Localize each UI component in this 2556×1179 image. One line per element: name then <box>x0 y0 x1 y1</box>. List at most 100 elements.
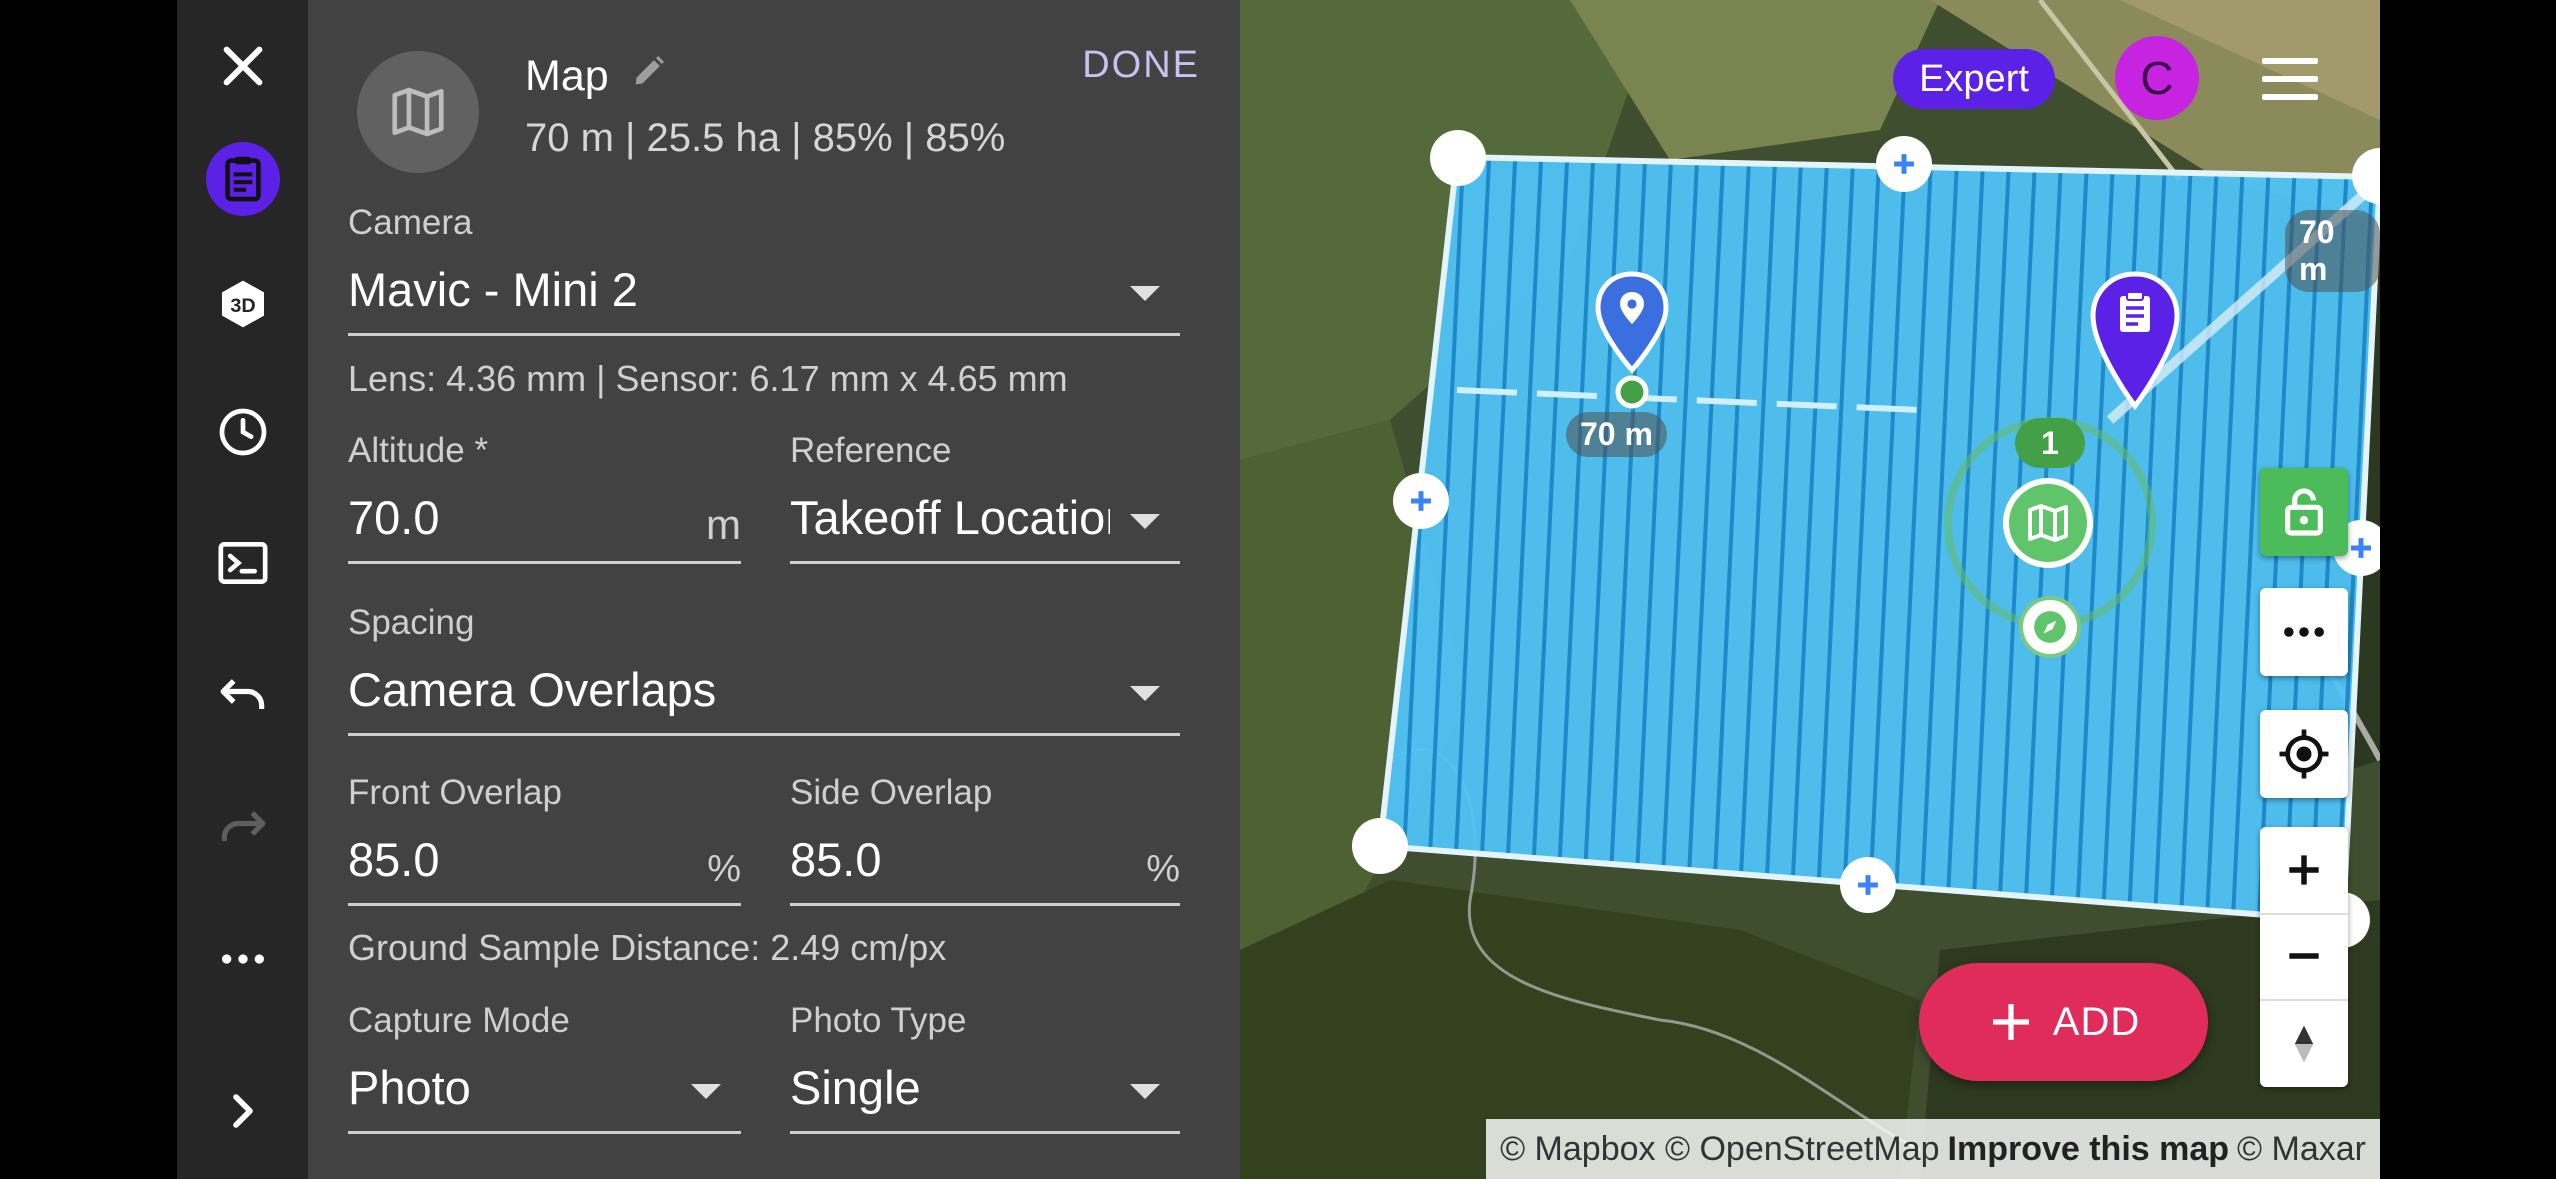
photo-type-label: Photo Type <box>790 1001 967 1040</box>
capture-mode-value: Photo <box>348 1061 471 1114</box>
clock-icon <box>219 408 266 456</box>
osm-attribution[interactable]: © OpenStreetMap <box>1665 1130 1940 1169</box>
north-arrow-icon <box>2294 1025 2314 1063</box>
chevron-right-icon <box>232 1094 253 1128</box>
plus-icon <box>2351 538 2371 558</box>
dropdown-arrow-icon <box>1130 286 1160 301</box>
mission-type-badge <box>357 51 479 173</box>
3d-icon: 3D <box>221 280 264 328</box>
front-overlap-label: Front Overlap <box>348 773 562 812</box>
camera-select[interactable]: Mavic - Mini 2 <box>348 256 1180 336</box>
map-icon <box>392 87 444 137</box>
add-vertex-handle[interactable] <box>1876 136 1932 192</box>
plus-icon <box>1894 154 1914 174</box>
altitude-input[interactable]: 70.0 m <box>348 484 741 564</box>
dropdown-arrow-icon <box>1130 514 1160 529</box>
satellite-map <box>1240 0 2380 1179</box>
takeoff-location-pin-icon[interactable] <box>1592 270 1672 410</box>
maxar-attribution[interactable]: © Maxar <box>2237 1130 2366 1169</box>
done-button[interactable]: DONE <box>1082 44 1200 87</box>
add-vertex-handle[interactable] <box>1393 473 1449 529</box>
svg-text:3D: 3D <box>230 295 255 317</box>
capture-mode-label: Capture Mode <box>348 1001 570 1040</box>
mission-summary: 70 m | 25.5 ha | 85% | 85% <box>525 116 1006 160</box>
survey-center-handle[interactable] <box>2003 478 2093 568</box>
add-button[interactable]: ADD <box>1919 963 2208 1081</box>
map-more-button[interactable] <box>2260 588 2348 676</box>
gsd-info: Ground Sample Distance: 2.49 cm/px <box>348 927 947 968</box>
unlock-icon <box>2285 488 2323 536</box>
close-icon <box>223 46 262 86</box>
zoom-in-button[interactable] <box>2260 827 2348 913</box>
map-attribution: © Mapbox © OpenStreetMap Improve this ma… <box>1486 1119 2380 1179</box>
altitude-map-label: 70 m <box>1566 412 1667 457</box>
rotate-handle[interactable] <box>2019 596 2081 658</box>
add-button-label: ADD <box>2052 999 2141 1044</box>
undo-button[interactable] <box>177 640 308 750</box>
edit-pencil-icon[interactable] <box>629 51 669 91</box>
dropdown-arrow-icon <box>1130 686 1160 701</box>
compass-icon <box>2034 611 2066 643</box>
more-button[interactable] <box>177 904 308 1014</box>
zoom-out-button[interactable] <box>2260 913 2348 999</box>
front-overlap-unit: % <box>707 848 741 890</box>
close-button[interactable] <box>177 11 308 121</box>
mapbox-attribution[interactable]: © Mapbox <box>1500 1130 1655 1169</box>
mission-settings-panel: Map 70 m | 25.5 ha | 85% | 85% DONE Came… <box>308 0 1240 1179</box>
reference-label: Reference <box>790 431 952 470</box>
mission-tab-button[interactable] <box>177 124 308 234</box>
compass-reset-button[interactable] <box>2260 1001 2348 1087</box>
expand-panel-button[interactable] <box>177 1056 308 1166</box>
redo-icon <box>221 811 265 841</box>
altitude-map-label: 70 m <box>2285 210 2380 292</box>
front-overlap-input[interactable]: 85.0 % <box>348 826 741 906</box>
spacing-value: Camera Overlaps <box>348 663 717 716</box>
lock-button[interactable] <box>2260 468 2348 556</box>
minus-icon <box>2289 953 2319 959</box>
reference-select[interactable]: Takeoff Location <box>790 484 1180 564</box>
side-overlap-input[interactable]: 85.0 % <box>790 826 1180 906</box>
improve-map-link[interactable]: Improve this map <box>1948 1130 2230 1169</box>
mission-marker-pin-icon[interactable] <box>2087 270 2183 420</box>
plus-icon <box>1411 491 1431 511</box>
altitude-value: 70.0 <box>348 491 440 544</box>
zoom-controls <box>2260 827 2348 1087</box>
redo-button[interactable] <box>177 772 308 882</box>
expert-mode-badge[interactable]: Expert <box>1893 49 2055 109</box>
front-overlap-value: 85.0 <box>348 833 440 886</box>
map-icon <box>2028 504 2068 542</box>
plus-icon <box>1992 1004 2029 1040</box>
undo-icon <box>220 679 264 709</box>
3d-view-button[interactable]: 3D <box>177 249 308 359</box>
hamburger-menu-button[interactable] <box>2248 44 2332 114</box>
camera-value: Mavic - Mini 2 <box>348 263 638 316</box>
waypoint-number-badge: 1 <box>2015 418 2085 468</box>
capture-mode-select[interactable]: Photo <box>348 1054 741 1134</box>
reference-value: Takeoff Location <box>790 491 1110 544</box>
clipboard-icon <box>205 142 280 216</box>
menu-icon-line <box>2262 94 2318 100</box>
dropdown-arrow-icon <box>1130 1084 1160 1099</box>
spacing-select[interactable]: Camera Overlaps <box>348 656 1180 736</box>
history-button[interactable] <box>177 377 308 487</box>
menu-icon-line <box>2262 76 2318 82</box>
left-toolbar: 3D <box>177 0 308 1179</box>
spacing-label: Spacing <box>348 603 475 642</box>
add-vertex-handle[interactable] <box>1840 857 1896 913</box>
side-overlap-label: Side Overlap <box>790 773 993 812</box>
side-overlap-value: 85.0 <box>790 833 882 886</box>
user-avatar[interactable]: C <box>2115 36 2199 120</box>
plus-icon <box>1858 875 1878 895</box>
polygon-corner-handle[interactable] <box>1352 818 1408 874</box>
map-view[interactable]: 70 m 70 m 1 Expert C ADD © Mapbox © Open… <box>1240 0 2380 1179</box>
photo-type-select[interactable]: Single <box>790 1054 1180 1134</box>
my-location-button[interactable] <box>2260 710 2348 798</box>
crosshair-location-icon <box>2279 729 2329 779</box>
console-button[interactable] <box>177 508 308 618</box>
terminal-icon <box>218 542 267 584</box>
mission-title: Map <box>525 52 609 100</box>
camera-label: Camera <box>348 203 473 242</box>
altitude-label: Altitude * <box>348 431 489 470</box>
polygon-corner-handle[interactable] <box>1430 130 1486 186</box>
more-horizontal-icon <box>2284 627 2324 637</box>
